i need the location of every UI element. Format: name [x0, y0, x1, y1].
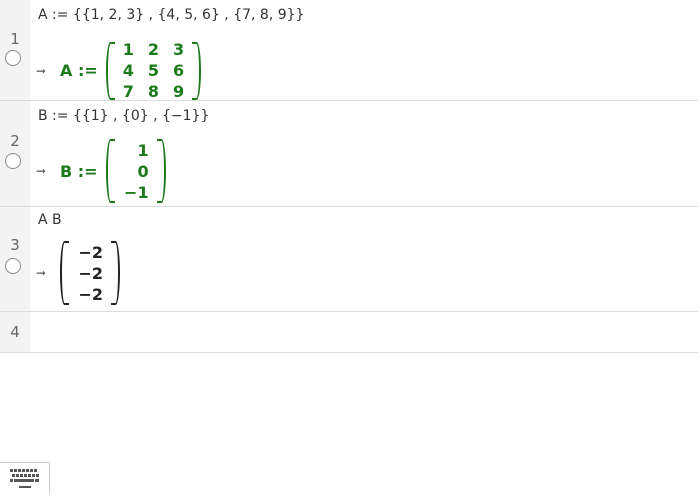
output-label: A := — [60, 61, 98, 80]
right-parenthesis — [111, 241, 120, 305]
visibility-toggle-icon[interactable] — [5, 258, 21, 274]
matrix-cell: 7 — [122, 82, 134, 101]
output-label: B := — [60, 161, 98, 181]
matrix-result: −2 −2 −2 — [60, 241, 120, 305]
matrix-grid: 1 0 −1 — [115, 140, 157, 203]
arrow-right-icon: ➞ — [36, 266, 47, 280]
right-parenthesis — [156, 139, 166, 203]
row-output: ➞ B := 1 0 −1 — [36, 139, 166, 203]
row-number: 2 — [10, 132, 20, 150]
matrix-cell: 2 — [147, 40, 160, 59]
algebra-row-3[interactable]: 3 A B ➞ −2 −2 −2 — [0, 207, 698, 312]
algebra-row-1[interactable]: 1 A := {{1, 2, 3} , {4, 5, 6} , {7, 8, 9… — [0, 0, 698, 101]
row-input[interactable]: A := {{1, 2, 3} , {4, 5, 6} , {7, 8, 9}} — [38, 7, 304, 23]
row-input[interactable]: A B — [38, 212, 62, 228]
matrix-result: 1 0 −1 — [105, 139, 166, 203]
right-parenthesis — [192, 41, 202, 100]
row-output: ➞ −2 −2 −2 — [36, 241, 120, 305]
row-input[interactable]: B := {{1} , {0} , {−1}} — [38, 108, 209, 124]
matrix-cell: 1 — [137, 140, 149, 160]
row-number: 1 — [10, 30, 20, 48]
keyboard-icon — [9, 468, 39, 488]
keyboard-toggle-button[interactable] — [0, 462, 50, 494]
matrix-cell: 6 — [173, 61, 185, 80]
matrix-cell: 0 — [137, 161, 149, 181]
left-parenthesis — [105, 41, 115, 100]
arrow-right-icon: ➞ — [36, 63, 47, 78]
arrow-right-icon: ➞ — [36, 164, 47, 178]
matrix-cell: 4 — [122, 61, 134, 80]
matrix-cell: 1 — [122, 40, 134, 59]
input-bar[interactable] — [38, 322, 678, 342]
visibility-toggle-icon[interactable] — [5, 50, 21, 66]
matrix-grid: 1 2 3 4 5 6 7 8 9 — [115, 39, 192, 102]
left-parenthesis — [60, 241, 69, 305]
row-number: 3 — [10, 236, 20, 254]
matrix-result: 1 2 3 4 5 6 7 8 9 — [105, 39, 202, 102]
algebra-row-4[interactable]: 4 — [0, 312, 698, 353]
matrix-cell: −2 — [78, 242, 103, 262]
row-output: ➞ A := 1 2 3 4 5 6 7 8 9 — [36, 39, 202, 102]
matrix-cell: −1 — [124, 182, 149, 202]
matrix-cell: 3 — [173, 40, 185, 59]
matrix-cell: 9 — [173, 82, 185, 101]
visibility-toggle-icon[interactable] — [5, 153, 21, 169]
matrix-grid: −2 −2 −2 — [69, 242, 111, 305]
matrix-cell: 5 — [147, 61, 160, 80]
row-number: 4 — [10, 323, 20, 341]
algebra-view: 1 A := {{1, 2, 3} , {4, 5, 6} , {7, 8, 9… — [0, 0, 700, 500]
algebra-row-2[interactable]: 2 B := {{1} , {0} , {−1}} ➞ B := 1 0 −1 — [0, 101, 698, 207]
matrix-cell: −2 — [78, 263, 103, 283]
matrix-cell: 8 — [147, 82, 160, 101]
left-parenthesis — [105, 139, 115, 203]
matrix-cell: −2 — [78, 284, 103, 304]
